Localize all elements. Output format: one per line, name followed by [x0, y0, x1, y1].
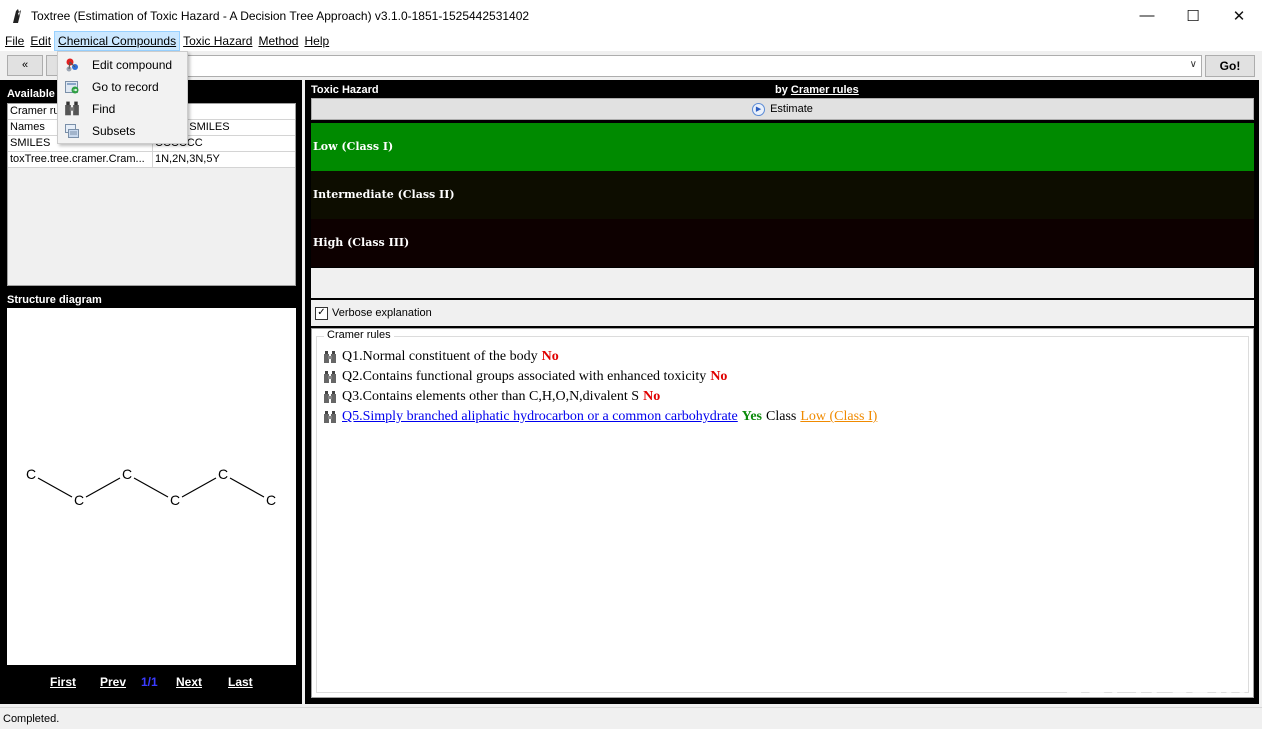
atom-label: C: [74, 492, 84, 508]
rule-text: Q1.Normal constituent of the body: [342, 349, 538, 364]
rule-answer: Yes: [741, 409, 762, 424]
chemical-compounds-dropdown: Edit compound Go to record Find Subsets: [57, 51, 188, 144]
window-title: Toxtree (Estimation of Toxic Hazard - A …: [31, 8, 530, 23]
close-button[interactable]: ✕: [1216, 0, 1262, 31]
watermark: SOFTPEDIA: [1065, 672, 1248, 702]
record-navigation: First Prev 1/1 Next Last: [0, 675, 302, 691]
record-count: 1/1: [141, 675, 158, 689]
toolbar: « ∨ Go!: [0, 51, 1262, 79]
menu-bar: File Edit Chemical Compounds Toxic Hazar…: [0, 31, 1262, 51]
class-high-row[interactable]: High (Class III): [311, 219, 1254, 267]
menu-help-label: Help: [304, 34, 330, 48]
menu-item-label: Find: [92, 102, 116, 116]
menu-edit[interactable]: Edit: [27, 31, 54, 51]
estimate-label: Estimate: [770, 103, 813, 115]
atom-label: C: [122, 466, 132, 482]
smiles-input-combo[interactable]: ∨: [186, 55, 1202, 77]
rule-q5: Q5.Simply branched aliphatic hydrocarbon…: [323, 409, 877, 425]
by-prefix: by: [775, 84, 788, 96]
rule-q1: Q1.Normal constituent of the body No: [323, 349, 559, 365]
menu-chemical-compounds[interactable]: Chemical Compounds: [54, 31, 181, 51]
menu-file-label: File: [5, 34, 25, 48]
go-button[interactable]: Go!: [1205, 55, 1255, 77]
menu-toxic-hazard[interactable]: Toxic Hazard: [180, 31, 255, 51]
rule-text-link[interactable]: Q5.Simply branched aliphatic hydrocarbon…: [342, 409, 738, 425]
cramer-rules-group: Cramer rules Q1.Normal constituent of th…: [316, 329, 1249, 693]
rule-answer: No: [710, 369, 728, 384]
menu-item-label: Edit compound: [92, 58, 173, 72]
menu-method-label: Method: [258, 34, 299, 48]
property-key: toxTree.tree.cramer.Cram...: [8, 152, 153, 167]
atom-label: C: [266, 492, 276, 508]
menu-method[interactable]: Method: [255, 31, 301, 51]
structure-diagram: C C C C C C: [7, 308, 296, 665]
next-link[interactable]: Next: [176, 675, 202, 689]
menu-toxic-hazard-label: Toxic Hazard: [183, 34, 253, 48]
go-to-record-icon: [64, 79, 80, 95]
property-value: 1N,2N,3N,5Y: [155, 153, 220, 165]
play-icon: ▶: [752, 102, 766, 116]
rules-group-label: Cramer rules: [324, 329, 394, 341]
menu-help[interactable]: Help: [301, 31, 332, 51]
binoculars-icon: [324, 390, 336, 403]
last-link[interactable]: Last: [228, 675, 253, 689]
verbose-label: Verbose explanation: [332, 307, 432, 319]
class-result-link[interactable]: Low (Class I): [800, 409, 877, 425]
menu-file[interactable]: File: [2, 31, 27, 51]
first-link[interactable]: First: [50, 675, 76, 689]
rule-text: Q3.Contains elements other than C,H,O,N,…: [342, 389, 640, 404]
toxic-hazard-title: Toxic Hazard: [311, 84, 379, 96]
rule-text: Q2.Contains functional groups associated…: [342, 369, 707, 384]
class-spacer: [311, 268, 1254, 298]
left-panel: Available Cramer ru ass I) Names d from …: [0, 80, 302, 704]
edit-compound-icon: [64, 57, 80, 73]
right-panel: Toxic Hazard by Cramer rules ▶ Estimate …: [305, 80, 1259, 704]
explanation-area[interactable]: Cramer rules Q1.Normal constituent of th…: [311, 328, 1254, 698]
menu-item-label: Subsets: [92, 124, 136, 138]
verbose-option[interactable]: ✓ Verbose explanation: [311, 300, 1254, 326]
binoculars-icon: [324, 350, 336, 363]
cramer-rules-link[interactable]: Cramer rules: [791, 84, 859, 96]
status-bar: Completed.: [0, 707, 1262, 729]
rule-q2: Q2.Contains functional groups associated…: [323, 369, 727, 385]
menu-item-edit-compound[interactable]: Edit compound: [59, 54, 186, 76]
menu-item-find[interactable]: Find: [59, 98, 186, 120]
title-bar: Toxtree (Estimation of Toxic Hazard - A …: [0, 0, 1262, 31]
rule-answer: No: [643, 389, 661, 404]
binoculars-icon: [324, 370, 336, 383]
subsets-icon: [64, 123, 80, 139]
back-button[interactable]: «: [7, 55, 43, 76]
rule-q3: Q3.Contains elements other than C,H,O,N,…: [323, 389, 660, 405]
menu-item-go-to-record[interactable]: Go to record: [59, 76, 186, 98]
structure-title: Structure diagram: [7, 294, 102, 306]
atom-label: C: [218, 466, 228, 482]
chevron-down-icon[interactable]: ∨: [1190, 59, 1197, 70]
binoculars-icon: [324, 410, 336, 423]
maximize-button[interactable]: ☐: [1170, 0, 1216, 31]
table-row[interactable]: toxTree.tree.cramer.Cram... 1N,2N,3N,5Y: [8, 152, 295, 168]
menu-chemical-compounds-label: Chemical Compounds: [58, 34, 177, 48]
binoculars-icon: [64, 101, 80, 117]
class-low-row[interactable]: Low (Class I): [311, 123, 1254, 171]
estimate-button[interactable]: ▶ Estimate: [311, 98, 1254, 120]
atom-label: C: [170, 492, 180, 508]
method-caption: by Cramer rules: [775, 84, 859, 96]
available-title: Available: [7, 88, 55, 100]
hexane-structure: C C C C C C: [26, 466, 276, 508]
prev-link[interactable]: Prev: [100, 675, 126, 689]
class-word: Class: [766, 409, 797, 424]
menu-item-subsets[interactable]: Subsets: [59, 120, 186, 142]
minimize-button[interactable]: —: [1124, 0, 1170, 31]
class-intermediate-row[interactable]: Intermediate (Class II): [311, 171, 1254, 219]
atom-label: C: [26, 466, 36, 482]
verbose-checkbox[interactable]: ✓: [315, 306, 328, 320]
menu-item-label: Go to record: [92, 80, 159, 94]
app-icon: [13, 8, 21, 23]
rule-answer: No: [541, 349, 559, 364]
menu-edit-label: Edit: [30, 34, 52, 48]
